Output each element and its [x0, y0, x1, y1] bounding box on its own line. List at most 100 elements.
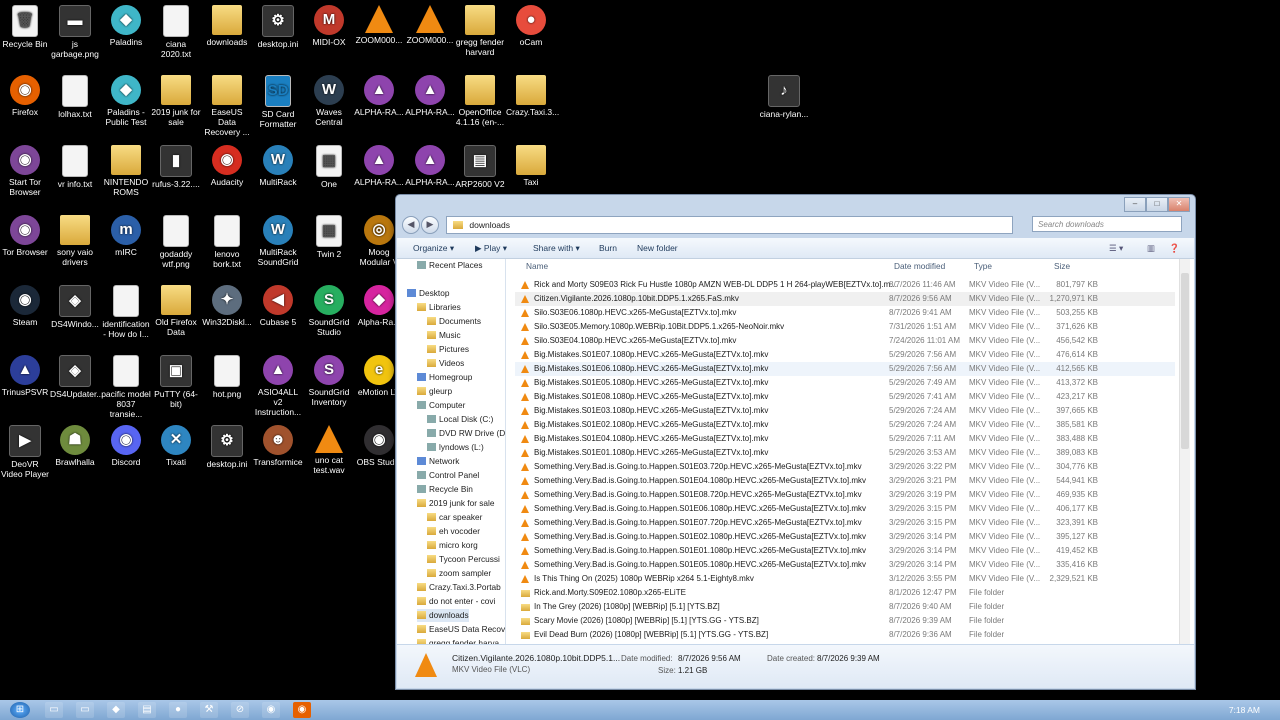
scrollbar[interactable] — [1179, 259, 1190, 644]
column-header-name[interactable]: Name — [526, 261, 548, 271]
nav-item[interactable]: gregg fender harva — [417, 637, 499, 644]
desktop-icon[interactable]: W MultiRack SoundGrid — [253, 215, 303, 267]
desktop-icon[interactable]: SD SD Card Formatter — [253, 75, 303, 129]
file-row[interactable]: Big.Mistakes.S01E01.1080p.HEVC.x265-MeGu… — [515, 446, 1175, 460]
file-row[interactable]: Big.Mistakes.S01E04.1080p.HEVC.x265-MeGu… — [515, 432, 1175, 446]
file-row[interactable]: Something.Very.Bad.is.Going.to.Happen.S0… — [515, 516, 1175, 530]
file-row[interactable]: Something.Very.Bad.is.Going.to.Happen.S0… — [515, 460, 1175, 474]
desktop-icon[interactable]: ◆ Paladins — [101, 5, 151, 47]
desktop-icon[interactable]: vr info.txt — [50, 145, 100, 189]
nav-item[interactable]: Recent Places — [417, 259, 483, 272]
desktop-icon[interactable]: ◉ Audacity — [202, 145, 252, 187]
file-row[interactable]: Silo.S03E06.1080p.HEVC.x265-MeGusta[EZTV… — [515, 306, 1175, 320]
nav-item[interactable]: Libraries — [417, 301, 461, 314]
taskbar-item[interactable]: ▭ — [76, 702, 94, 718]
desktop-icon[interactable]: ▶ DeoVR Video Player — [0, 425, 50, 479]
column-header-size[interactable]: Size — [1054, 261, 1070, 271]
desktop-icon[interactable]: EaseUS Data Recovery ... — [202, 75, 252, 137]
file-row[interactable]: Something.Very.Bad.is.Going.to.Happen.S0… — [515, 530, 1175, 544]
file-row[interactable]: Big.Mistakes.S01E03.1080p.HEVC.x265-MeGu… — [515, 404, 1175, 418]
nav-item[interactable]: Crazy.Taxi.3.Portab — [417, 581, 501, 594]
nav-item[interactable]: Network — [417, 455, 459, 468]
desktop-icon[interactable]: W Waves Central — [304, 75, 354, 127]
file-row[interactable]: Big.Mistakes.S01E05.1080p.HEVC.x265-MeGu… — [515, 376, 1175, 390]
file-row[interactable]: Rick.and.Morty.S09E02.1080p.x265-ELiTE 8/… — [515, 586, 1175, 600]
file-row[interactable]: Silo.S03E04.1080p.HEVC.x265-MeGusta[EZTV… — [515, 334, 1175, 348]
file-row[interactable]: Evil Dead Burn (2026) [1080p] [WEBRip] [… — [515, 628, 1175, 642]
desktop-icon[interactable]: godaddy wtf.png — [151, 215, 201, 269]
desktop-icon[interactable]: ● oCam — [506, 5, 556, 47]
nav-item[interactable]: Documents — [427, 315, 481, 328]
desktop-icon[interactable]: OpenOffice 4.1.16 (en-... — [455, 75, 505, 127]
burn-button[interactable]: Burn — [599, 238, 617, 258]
file-row[interactable]: Something.Very.Bad.is.Going.to.Happen.S0… — [515, 544, 1175, 558]
desktop-icon[interactable]: ☻ Transformice — [253, 425, 303, 467]
desktop-icon[interactable]: 2019 junk for sale — [151, 75, 201, 127]
file-row[interactable]: Big.Mistakes.S01E02.1080p.HEVC.x265-MeGu… — [515, 418, 1175, 432]
nav-item[interactable]: 2019 junk for sale — [417, 497, 495, 510]
nav-item[interactable]: downloads — [417, 609, 469, 622]
desktop-icon[interactable]: ▲ TrinusPSVR — [0, 355, 50, 397]
nav-item[interactable]: do not enter - covi — [417, 595, 495, 608]
nav-item[interactable]: car speaker — [427, 511, 482, 524]
desktop-icon[interactable]: ▲ ALPHA-RA... — [405, 75, 455, 117]
taskbar-item[interactable]: ◉ — [293, 702, 311, 718]
desktop-icon[interactable]: pacific model 8037 transie... — [101, 355, 151, 419]
nav-item[interactable]: gleurp — [417, 385, 452, 398]
desktop-icon[interactable]: Crazy.Taxi.3... — [506, 75, 559, 117]
desktop-icon[interactable]: ▬ js garbage.png — [50, 5, 100, 59]
desktop-icon[interactable]: ▦ One — [304, 145, 354, 189]
desktop-icon[interactable]: ⚙ desktop.ini — [253, 5, 303, 49]
nav-item[interactable]: Homegroup — [417, 371, 472, 384]
desktop-icon[interactable]: ▲ ALPHA-RA... — [405, 145, 455, 187]
taskbar-item[interactable]: ⚒ — [200, 702, 218, 718]
back-button[interactable]: ◀ — [402, 216, 420, 234]
file-row[interactable]: Big.Mistakes.S01E06.1080p.HEVC.x265-MeGu… — [515, 362, 1175, 376]
desktop-icon[interactable]: ▮ rufus-3.22.... — [151, 145, 201, 189]
nav-item[interactable]: Pictures — [427, 343, 469, 356]
desktop-icon[interactable]: ciana 2020.txt — [151, 5, 201, 59]
nav-item[interactable]: Control Panel — [417, 469, 479, 482]
file-row[interactable]: Is This Thing On (2025) 1080p WEBRip x26… — [515, 572, 1175, 586]
desktop-icon[interactable]: S SoundGrid Inventory — [304, 355, 354, 407]
desktop-icon[interactable]: ✦ Win32Diskl... — [202, 285, 252, 327]
taskbar-item[interactable]: ● — [169, 702, 187, 718]
file-row[interactable]: In The Grey (2026) [1080p] [WEBRip] [5.1… — [515, 600, 1175, 614]
view-options-icon[interactable]: ☰ ▾ — [1109, 238, 1123, 258]
nav-item[interactable]: DVD RW Drive (D — [427, 427, 505, 440]
taskbar-item[interactable]: ◆ — [107, 702, 125, 718]
desktop-icon[interactable]: ◉ Steam — [0, 285, 50, 327]
search-input[interactable]: Search downloads — [1032, 216, 1182, 232]
share-with-button[interactable]: Share with ▾ — [533, 238, 580, 258]
file-row[interactable]: Big.Mistakes.S01E07.1080p.HEVC.x265-MeGu… — [515, 348, 1175, 362]
taskbar-item[interactable]: ▭ — [45, 702, 63, 718]
desktop-icon[interactable]: ◈ DS4Windo... — [50, 285, 100, 329]
desktop-icon[interactable]: ◉ Discord — [101, 425, 151, 467]
desktop-icon[interactable]: lenovo bork.txt — [202, 215, 252, 269]
desktop-icon[interactable]: ZOOM000... — [405, 5, 455, 45]
desktop-icon[interactable]: NINTENDO ROMS — [101, 145, 151, 197]
desktop-icon[interactable]: hot.png — [202, 355, 252, 399]
desktop-icon[interactable]: identification - How do I... — [101, 285, 151, 339]
scrollbar-thumb[interactable] — [1181, 273, 1189, 449]
nav-item[interactable]: Music — [427, 329, 461, 342]
desktop-icon[interactable]: ▲ ALPHA-RA... — [354, 75, 404, 117]
breadcrumb-downloads[interactable]: downloads — [469, 220, 510, 230]
taskbar-item[interactable]: ◉ — [262, 702, 280, 718]
nav-item[interactable]: zoom sampler — [427, 567, 491, 580]
file-row[interactable]: Rick and Morty S09E03 Rick Fu Hustle 108… — [515, 278, 1175, 292]
taskbar-item[interactable]: ▤ — [138, 702, 156, 718]
forward-button[interactable]: ▶ — [421, 216, 439, 234]
play-button[interactable]: ▶ Play ▾ — [475, 238, 507, 258]
desktop-icon[interactable]: m mIRC — [101, 215, 151, 257]
minimize-button[interactable]: – — [1124, 197, 1146, 212]
desktop-icon[interactable]: W MultiRack — [253, 145, 303, 187]
desktop-icon[interactable]: Old Firefox Data — [151, 285, 201, 337]
address-bar[interactable]: downloads — [446, 216, 1013, 234]
file-row[interactable]: Something.Very.Bad.is.Going.to.Happen.S0… — [515, 502, 1175, 516]
help-icon[interactable]: ❓ — [1169, 238, 1180, 258]
nav-item[interactable]: EaseUS Data Recov — [417, 623, 505, 636]
file-row[interactable]: Big.Mistakes.S01E08.1080p.HEVC.x265-MeGu… — [515, 390, 1175, 404]
column-header-date[interactable]: Date modified — [894, 261, 945, 271]
nav-item[interactable]: Tycoon Percussi — [427, 553, 500, 566]
